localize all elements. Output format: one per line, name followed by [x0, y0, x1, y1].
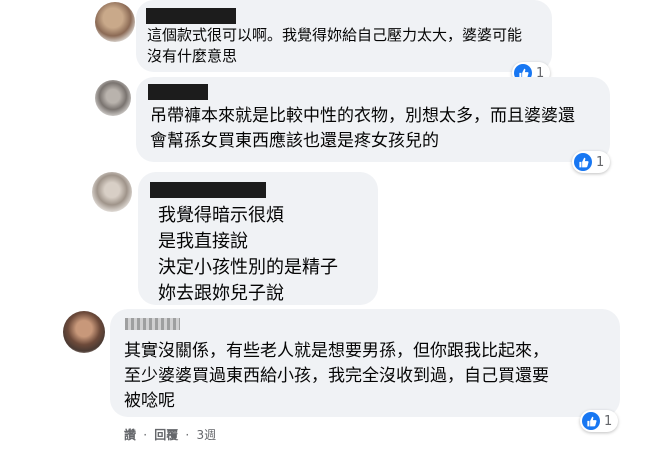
avatar[interactable]: [95, 2, 135, 42]
commenter-name-blurred[interactable]: [125, 318, 180, 330]
comment-text: 吊帶褲本來就是比較中性的衣物，別想太多，而且婆婆還 會幫孫女買東西應該也還是疼女…: [150, 106, 575, 151]
comment-text: 我覺得暗示很煩 是我直接說 決定小孩性別的是精子 妳去跟妳兒子說: [158, 205, 338, 304]
timestamp-link[interactable]: 3週: [196, 428, 216, 442]
reply-link[interactable]: 回覆: [154, 428, 178, 442]
avatar[interactable]: [95, 80, 131, 116]
reaction-count: 1: [596, 154, 605, 170]
separator: ·: [143, 428, 148, 442]
commenter-name-redacted[interactable]: [148, 84, 208, 100]
commenter-name-redacted[interactable]: [146, 8, 236, 24]
separator: ·: [185, 428, 190, 442]
avatar[interactable]: [92, 172, 132, 212]
avatar[interactable]: [63, 311, 105, 353]
like-link[interactable]: 讚: [124, 428, 136, 442]
like-icon: [582, 412, 600, 430]
comment-actions: 讚 · 回覆 · 3週: [124, 426, 219, 443]
reaction-count-badge[interactable]: 1: [572, 151, 611, 173]
commenter-name-redacted[interactable]: [150, 182, 266, 198]
comment-text: 這個款式很可以啊。我覺得妳給自己壓力太大，婆婆可能 沒有什麼意思: [147, 26, 523, 65]
reaction-count: 1: [604, 413, 613, 429]
reaction-count-badge[interactable]: 1: [580, 410, 619, 432]
like-icon: [574, 153, 592, 171]
comment-text: 其實沒關係，有些老人就是想要男孫，但你跟我比起來， 至少婆婆買過東西給小孩，我完…: [124, 341, 549, 411]
